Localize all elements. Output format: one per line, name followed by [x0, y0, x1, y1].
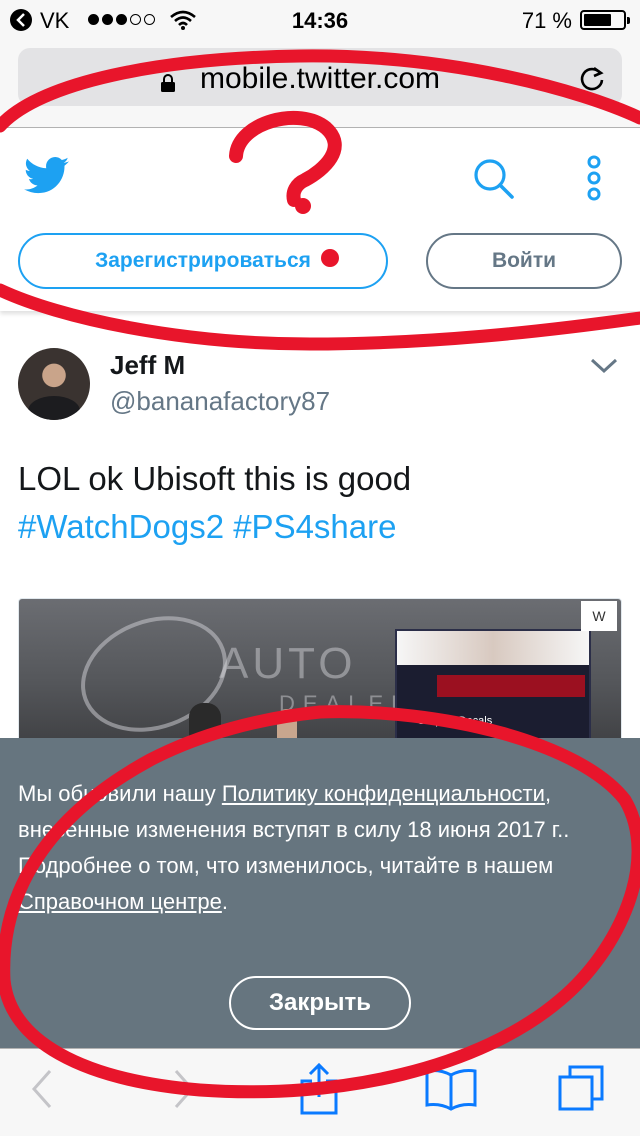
- media-watermark-logo: W: [581, 601, 617, 631]
- tabs-icon[interactable]: [556, 1063, 608, 1115]
- url-text: mobile.twitter.com: [199, 62, 441, 95]
- login-button[interactable]: Войти: [426, 233, 622, 289]
- battery-percent: 71 %: [521, 8, 572, 33]
- tweet-media-image[interactable]: AUTO DEALER Graphic Decals W: [18, 598, 622, 748]
- search-icon[interactable]: [472, 157, 516, 201]
- media-sign-text: AUTO: [219, 639, 357, 688]
- tweet-text: LOL ok Ubisoft this is good: [18, 460, 412, 497]
- twitter-bird-icon[interactable]: [24, 157, 70, 195]
- tweet-author-handle[interactable]: @bananafactory87: [110, 386, 330, 417]
- status-bar: VK 14:36 71 %: [0, 0, 640, 40]
- close-banner-button[interactable]: Закрыть: [229, 976, 411, 1030]
- twitter-header: Зарегистрироваться Войти: [0, 129, 640, 311]
- browser-address-area: mobile.twitter.com: [0, 40, 640, 128]
- privacy-banner-text: Мы обновили нашу Политику конфиденциальн…: [18, 781, 570, 914]
- media-game-menu: Graphic Decals: [395, 629, 591, 747]
- privacy-policy-link[interactable]: Политику конфиденциальности: [222, 781, 545, 806]
- tweet-author-name[interactable]: Jeff M: [110, 350, 185, 381]
- tweet-hashtags[interactable]: #WatchDogs2 #PS4share: [18, 505, 618, 548]
- back-icon[interactable]: [30, 1067, 54, 1111]
- address-bar[interactable]: mobile.twitter.com: [18, 48, 622, 106]
- more-vertical-icon[interactable]: [584, 155, 604, 201]
- media-menu-label: Graphic Decals: [417, 715, 493, 727]
- signup-button[interactable]: Зарегистрироваться: [18, 233, 388, 289]
- reload-icon[interactable]: [578, 64, 606, 92]
- bookmarks-icon[interactable]: [424, 1067, 478, 1111]
- avatar[interactable]: [18, 348, 90, 420]
- forward-icon[interactable]: [172, 1067, 196, 1111]
- help-center-link[interactable]: Справочном центре: [18, 889, 222, 914]
- battery-icon: [580, 10, 630, 30]
- browser-toolbar: [0, 1048, 640, 1136]
- chevron-down-icon[interactable]: [590, 358, 618, 374]
- share-icon[interactable]: [298, 1061, 340, 1117]
- privacy-banner: Мы обновили нашу Политику конфиденциальн…: [0, 738, 640, 1048]
